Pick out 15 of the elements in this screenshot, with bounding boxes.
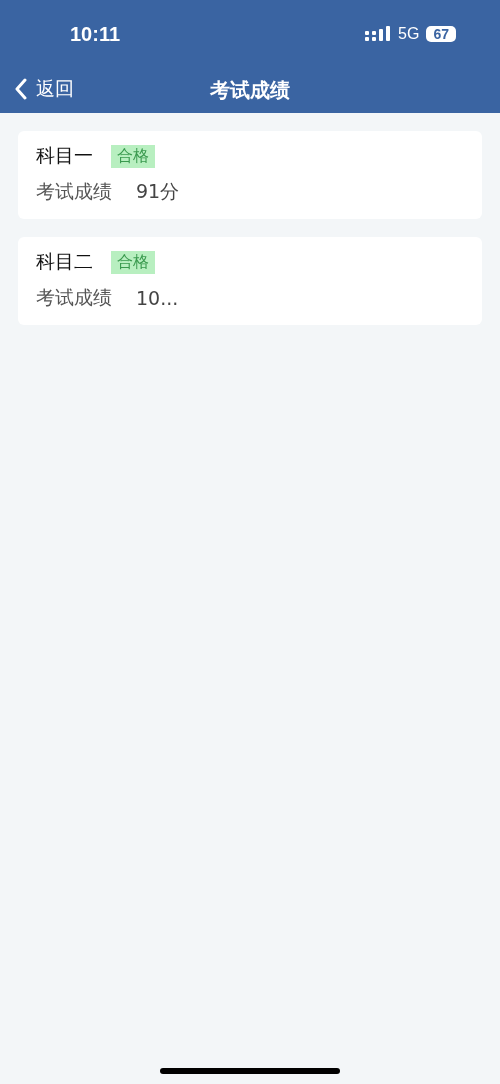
score-label: 考试成绩 [36, 285, 112, 310]
status-tag: 合格 [111, 250, 155, 274]
network-label: 5G [398, 25, 420, 43]
subject-name: 科目二 [36, 249, 93, 274]
score-label: 考试成绩 [36, 179, 112, 204]
score-value: 10... [136, 287, 179, 309]
subject-name: 科目一 [36, 143, 93, 168]
page-title: 考试成绩 [210, 77, 290, 104]
score-value: 91分 [136, 179, 180, 204]
chevron-left-icon [14, 78, 28, 100]
back-button[interactable]: 返回 [14, 76, 74, 102]
status-time: 10:11 [70, 22, 121, 46]
signal-icon [365, 26, 392, 42]
battery-level: 67 [426, 26, 456, 42]
status-tag: 合格 [111, 144, 155, 168]
